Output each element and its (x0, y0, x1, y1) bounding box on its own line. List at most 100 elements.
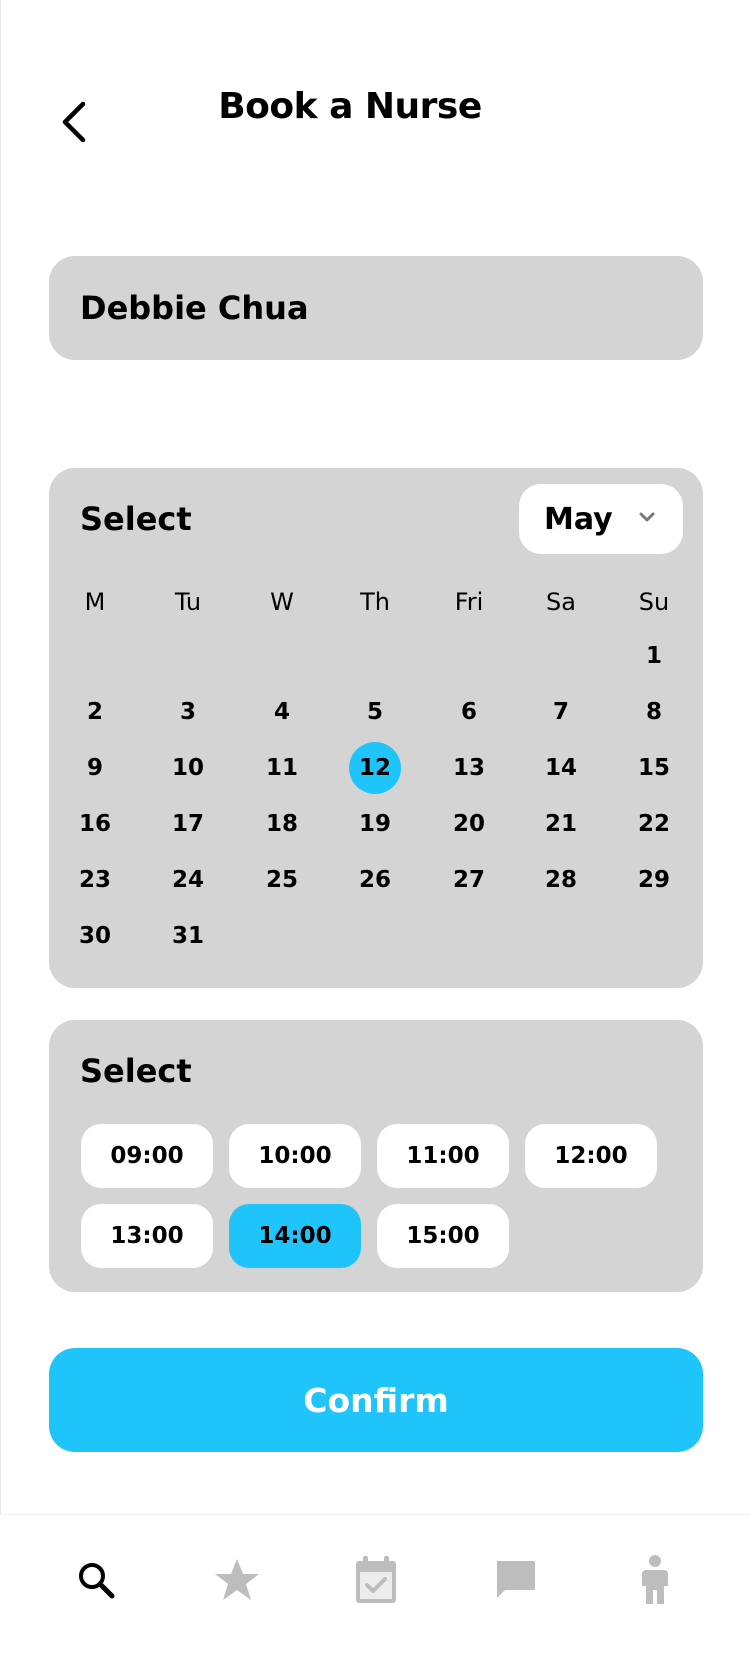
weekday-label: W (270, 588, 294, 616)
chat-icon (497, 1561, 535, 1598)
calendar-day[interactable]: 20 (439, 798, 499, 850)
calendar-day-number: 17 (171, 811, 204, 837)
calendar-day-number: 24 (171, 867, 204, 893)
time-slot[interactable]: 10:00 (229, 1124, 361, 1188)
calendar-day[interactable]: 28 (531, 854, 591, 906)
calendar-day[interactable]: 26 (345, 854, 405, 906)
calendar-day[interactable]: 22 (624, 798, 684, 850)
calendar-day-number: 14 (544, 755, 577, 781)
calendar-day[interactable]: 11 (252, 742, 312, 794)
calendar-day[interactable]: 16 (65, 798, 125, 850)
weekday-label: Sa (546, 588, 576, 616)
nav-appointments[interactable] (341, 1545, 411, 1615)
person-icon (642, 1555, 668, 1604)
calendar-day-number: 10 (171, 755, 204, 781)
month-value: May (544, 501, 613, 537)
calendar-day-number: 21 (544, 811, 577, 837)
calendar-day[interactable]: 8 (624, 686, 684, 738)
time-card: Select 09:00 10:00 11:00 12:00 13:00 14:00 15:… (49, 1020, 703, 1292)
weekday-label: Fri (454, 588, 484, 616)
search-icon (79, 1563, 115, 1599)
weekday-label: Tu (174, 588, 202, 616)
nav-profile[interactable] (620, 1545, 690, 1615)
calendar-day-number: 19 (358, 811, 391, 837)
time-slot-selected[interactable]: 14:00 (229, 1204, 361, 1268)
month-dropdown[interactable]: May (519, 484, 683, 554)
calendar-day[interactable]: 3 (158, 686, 218, 738)
back-button[interactable] (52, 92, 96, 152)
calendar-day[interactable]: 29 (624, 854, 684, 906)
calendar-day-number: 15 (637, 755, 670, 781)
calendar-day[interactable]: 5 (345, 686, 405, 738)
calendar-day[interactable]: 9 (65, 742, 125, 794)
calendar-day-selected[interactable]: 12 (345, 742, 405, 794)
calendar-day[interactable]: 18 (252, 798, 312, 850)
calendar-day-number: 27 (452, 867, 485, 893)
calendar-day-number: 12 (358, 755, 391, 781)
chevron-down-icon (639, 512, 655, 522)
calendar-day-number: 1 (645, 643, 662, 669)
weekday-label: Su (638, 588, 670, 616)
calendar-day-number: 25 (265, 867, 298, 893)
calendar-day[interactable]: 23 (65, 854, 125, 906)
calendar-day[interactable]: 2 (65, 686, 125, 738)
page-edge (0, 0, 1, 1656)
calendar-day[interactable]: 24 (158, 854, 218, 906)
nav-favorites[interactable] (202, 1545, 272, 1615)
calendar-day-number: 22 (637, 811, 670, 837)
calendar-day-number: 2 (86, 699, 103, 725)
calendar-day[interactable]: 7 (531, 686, 591, 738)
calendar-day-number: 30 (78, 923, 111, 949)
weekday-label: M (84, 588, 106, 616)
calendar-day[interactable]: 21 (531, 798, 591, 850)
confirm-button[interactable]: Confirm (49, 1348, 703, 1452)
calendar-day[interactable]: 30 (65, 910, 125, 962)
calendar-day-number: 31 (171, 923, 204, 949)
time-slot[interactable]: 15:00 (377, 1204, 509, 1268)
calendar-day-number: 26 (358, 867, 391, 893)
calendar-day-number: 4 (273, 699, 290, 725)
weekday-label: Th (360, 588, 390, 616)
page-title: Book a Nurse (218, 86, 482, 127)
calendar-day-number: 3 (179, 699, 196, 725)
calendar-day[interactable]: 19 (345, 798, 405, 850)
time-select-label: Select (80, 1052, 192, 1090)
calendar-day[interactable]: 4 (252, 686, 312, 738)
star-icon (215, 1559, 259, 1600)
calendar-day-number: 7 (552, 699, 569, 725)
time-slot[interactable]: 12:00 (525, 1124, 657, 1188)
calendar-day-number: 11 (265, 755, 298, 781)
calendar-day-number: 16 (78, 811, 111, 837)
patient-name: Debbie Chua (80, 289, 309, 327)
calendar-day[interactable]: 15 (624, 742, 684, 794)
calendar-card: Select May M Tu W Th Fri Sa Su 1 2 3 4 5 6 7 8 9 10 11 12… (49, 468, 703, 988)
calendar-day[interactable]: 10 (158, 742, 218, 794)
patient-name-field[interactable]: Debbie Chua (49, 256, 703, 360)
calendar-day-number: 18 (265, 811, 298, 837)
calendar-day-number: 8 (645, 699, 662, 725)
calendar-day-number: 9 (86, 755, 103, 781)
calendar-day[interactable]: 14 (531, 742, 591, 794)
calendar-day-number: 28 (544, 867, 577, 893)
time-slot[interactable]: 13:00 (81, 1204, 213, 1268)
calendar-day-number: 6 (460, 699, 477, 725)
calendar-day-number: 23 (78, 867, 111, 893)
calendar-day-number: 20 (452, 811, 485, 837)
calendar-day-number: 13 (452, 755, 485, 781)
calendar-day[interactable]: 13 (439, 742, 499, 794)
time-slot[interactable]: 09:00 (81, 1124, 213, 1188)
calendar-day[interactable]: 31 (158, 910, 218, 962)
calendar-day[interactable]: 17 (158, 798, 218, 850)
calendar-day[interactable]: 6 (439, 686, 499, 738)
calendar-check-icon (356, 1556, 396, 1603)
calendar-day-number: 5 (366, 699, 383, 725)
nav-search[interactable] (61, 1545, 131, 1615)
calendar-day-number: 29 (637, 867, 670, 893)
nav-messages[interactable] (480, 1545, 550, 1615)
calendar-day[interactable]: 1 (624, 630, 684, 682)
time-slot[interactable]: 11:00 (377, 1124, 509, 1188)
date-select-label: Select (80, 500, 192, 538)
calendar-day[interactable]: 27 (439, 854, 499, 906)
weekday-header: M Tu W Th Fri Sa Su (49, 588, 703, 618)
calendar-day[interactable]: 25 (252, 854, 312, 906)
